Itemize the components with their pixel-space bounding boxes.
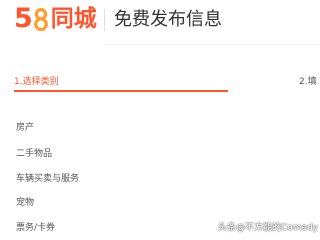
category-item-vehicles[interactable]: 车辆买卖与服务 [16, 173, 79, 185]
step-select-category[interactable]: 1.选择类别 [14, 76, 59, 88]
step-fill-info[interactable]: 2.填 [299, 76, 317, 88]
logo-digit-eight-icon [33, 7, 48, 31]
logo-digit-five: 5 [14, 3, 33, 34]
category-item-pets[interactable]: 宠物 [16, 197, 34, 209]
category-item-real-estate[interactable]: 房产 [16, 122, 34, 134]
category-item-second-hand[interactable]: 二手物品 [16, 148, 52, 160]
page-title: 免费发布信息 [114, 9, 222, 30]
category-item-tickets[interactable]: 票务/卡券 [16, 222, 55, 234]
active-step-underline [14, 90, 228, 92]
header-divider [104, 9, 105, 31]
header-separator-line [104, 44, 320, 45]
post-info-page: 5 同城 免费发布信息 1.选择类别 2.填 房产 二手物品 车辆买卖与服务 宠… [0, 0, 320, 240]
step-progress: 1.选择类别 2.填 [0, 70, 320, 94]
58-tongcheng-logo[interactable]: 5 同城 [14, 4, 97, 34]
logo-city-text: 同城 [50, 6, 97, 32]
page-header: 5 同城 免费发布信息 [0, 0, 320, 40]
source-watermark: 头条@不方能的Comedy [218, 223, 319, 233]
